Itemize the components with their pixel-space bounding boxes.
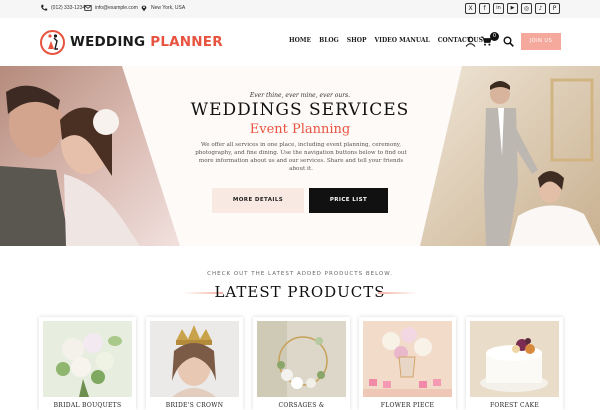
- title-divider-right: [378, 292, 418, 294]
- hero-tagline: Ever thine, ever mine, ever ours.: [249, 92, 351, 99]
- hero-title: WEDDINGS SERVICES: [190, 100, 410, 120]
- logo-accent: PLANNER: [150, 34, 223, 50]
- product-name[interactable]: BRIDAL BOUQUETS: [39, 402, 136, 409]
- product-name[interactable]: BRIDE'S CROWN: [146, 402, 243, 409]
- brides-crown-image: [150, 321, 239, 397]
- join-us-button[interactable]: JOIN US: [521, 33, 561, 50]
- product-name[interactable]: CORSAGES &: [253, 402, 350, 409]
- location-text: New York, USA: [151, 5, 186, 11]
- tiktok-icon[interactable]: ♪: [535, 3, 546, 14]
- nav-contact-us[interactable]: CONTACT US: [438, 37, 483, 44]
- flower-piece-image: [363, 321, 452, 397]
- envelope-icon: [84, 5, 92, 11]
- phone-number: (012) 333-1234: [51, 5, 86, 11]
- phone-info[interactable]: (012) 333-1234: [40, 4, 85, 12]
- map-pin-icon: [141, 5, 147, 12]
- product-card[interactable]: BRIDE'S CROWN: [146, 317, 243, 410]
- social-links: X f in ▶ ◎ ♪ P: [465, 3, 560, 14]
- cart-count-badge: 0: [490, 32, 499, 41]
- bridal-bouquet-image: [43, 321, 132, 397]
- youtube-icon[interactable]: ▶: [507, 3, 518, 14]
- product-card[interactable]: FOREST CAKE: [466, 317, 563, 410]
- product-card[interactable]: FLOWER PIECE: [359, 317, 456, 410]
- hero-banner: Ever thine, ever mine, ever ours. WEDDIN…: [0, 66, 600, 246]
- linkedin-icon[interactable]: in: [493, 3, 504, 14]
- product-name[interactable]: FOREST CAKE: [466, 402, 563, 409]
- products-section-title: LATEST PRODUCTS: [214, 283, 386, 301]
- pinterest-icon[interactable]: P: [549, 3, 560, 14]
- instagram-icon[interactable]: ◎: [521, 3, 532, 14]
- nav-blog[interactable]: BLOG: [319, 37, 339, 44]
- search-icon[interactable]: [503, 36, 514, 47]
- product-name[interactable]: FLOWER PIECE: [359, 402, 456, 409]
- top-info-bar: (012) 333-1234 info@example.com New York…: [0, 0, 600, 18]
- nav-video-manual[interactable]: VIDEO MANUAL: [375, 37, 430, 44]
- email-address: info@example.com: [95, 5, 138, 11]
- main-nav: HOME BLOG SHOP VIDEO MANUAL CONTACT US: [289, 37, 483, 44]
- hero-description: We offer all services in one place, incl…: [195, 142, 407, 172]
- forest-cake-image: [470, 321, 559, 397]
- price-list-button[interactable]: PRICE LIST: [309, 188, 388, 213]
- corsage-wreath-image: [257, 321, 346, 397]
- logo-main: WEDDING: [70, 34, 146, 50]
- facebook-icon[interactable]: f: [479, 3, 490, 14]
- nav-shop[interactable]: SHOP: [347, 37, 367, 44]
- location-info: New York, USA: [140, 4, 185, 12]
- logo-icon[interactable]: [40, 30, 65, 55]
- email-info[interactable]: info@example.com: [84, 4, 138, 12]
- products-kicker: CHECK OUT THE LATEST ADDED PRODUCTS BELO…: [207, 271, 393, 277]
- phone-icon: [41, 4, 48, 11]
- more-details-button[interactable]: MORE DETAILS: [212, 188, 304, 213]
- logo-text[interactable]: WEDDING PLANNER: [70, 34, 223, 50]
- x-social-icon[interactable]: X: [465, 3, 476, 14]
- nav-home[interactable]: HOME: [289, 37, 311, 44]
- product-card[interactable]: CORSAGES &: [253, 317, 350, 410]
- product-card[interactable]: BRIDAL BOUQUETS: [39, 317, 136, 410]
- user-icon[interactable]: [465, 36, 476, 47]
- hero-subtitle: Event Planning: [249, 122, 351, 137]
